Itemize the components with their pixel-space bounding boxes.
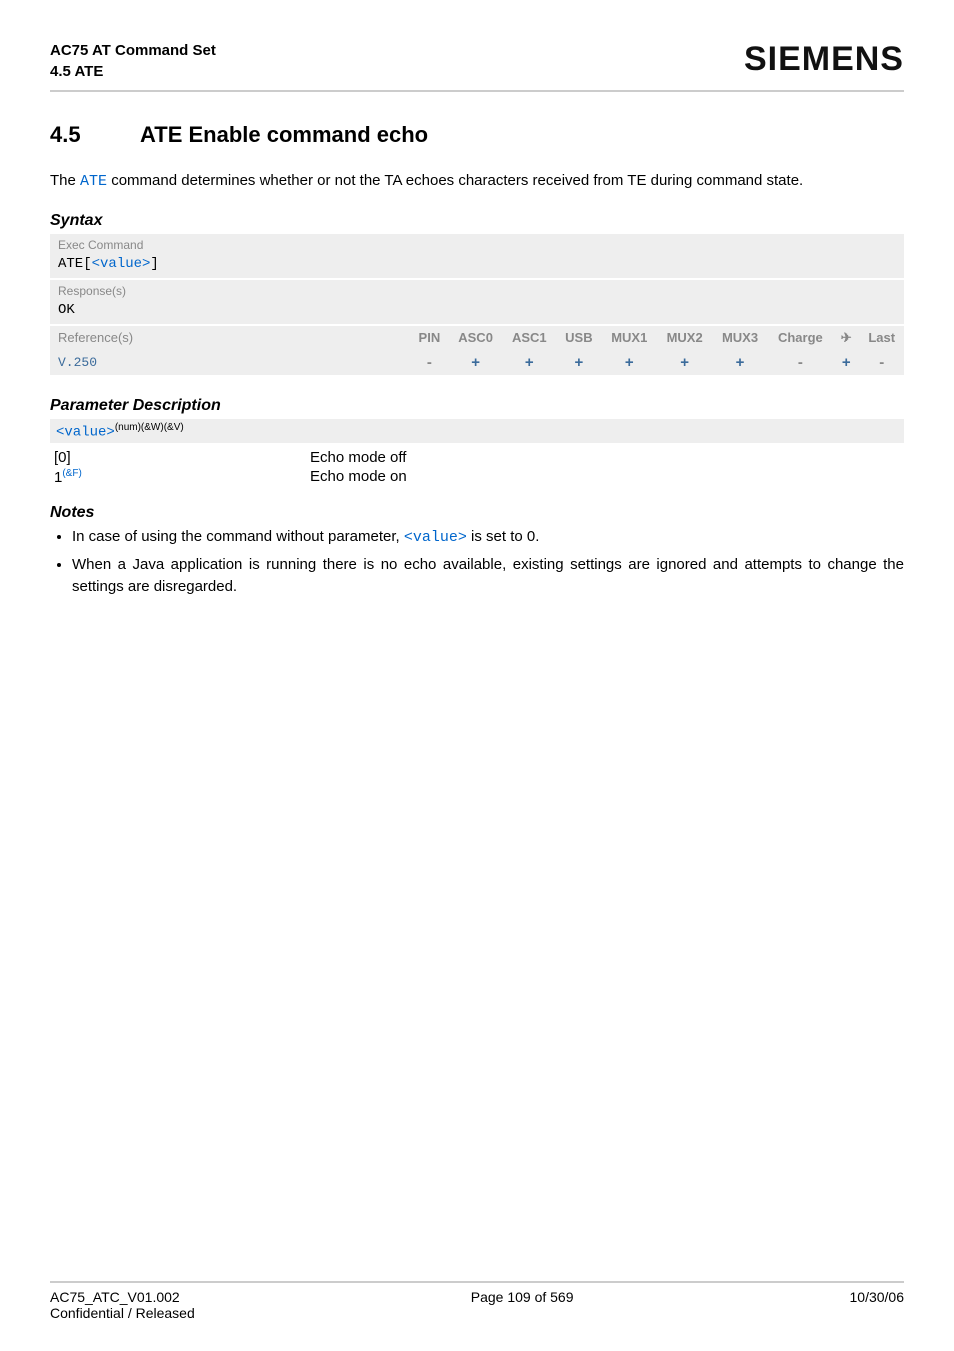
val-air: + — [833, 350, 859, 375]
val-mux2: + — [657, 350, 712, 375]
val-asc1: + — [502, 350, 556, 375]
reference-label: Reference(s) — [50, 326, 410, 350]
response-box: Response(s) OK — [50, 280, 904, 324]
param-row-0: [0] Echo mode off — [50, 449, 904, 466]
intro-post: command determines whether or not the TA… — [107, 172, 803, 189]
col-mux3: MUX3 — [712, 326, 767, 350]
notes-list: In case of using the command without par… — [72, 526, 904, 599]
exec-param[interactable]: <value> — [92, 256, 151, 272]
intro-pre: The — [50, 172, 80, 189]
exec-label: Exec Command — [50, 234, 904, 254]
col-pin: PIN — [410, 326, 449, 350]
ate-link[interactable]: ATE — [80, 173, 107, 190]
param-name[interactable]: <value> — [56, 424, 115, 440]
doc-title: AC75 AT Command Set — [50, 40, 216, 61]
val-mux1: + — [602, 350, 657, 375]
syntax-heading: Syntax — [50, 212, 904, 230]
note-0-post: is set to 0. — [467, 528, 540, 545]
param-rows: [0] Echo mode off 1(&F) Echo mode on — [50, 449, 904, 486]
param-val-1: Echo mode on — [310, 468, 407, 486]
response-label: Response(s) — [50, 280, 904, 300]
col-charge: Charge — [768, 326, 833, 350]
footer-doc-id: AC75_ATC_V01.002 — [50, 1289, 195, 1305]
note-0: In case of using the command without par… — [72, 526, 904, 550]
param-desc-heading: Parameter Description — [50, 397, 904, 415]
val-asc0: + — [449, 350, 503, 375]
param-key-1: 1(&F) — [50, 468, 310, 486]
response-value: OK — [50, 300, 904, 324]
footer-page: Page 109 of 569 — [195, 1289, 850, 1321]
val-mux3: + — [712, 350, 767, 375]
header-left: AC75 AT Command Set 4.5 ATE — [50, 40, 216, 82]
page-header: AC75 AT Command Set 4.5 ATE SIEMENS — [50, 40, 904, 92]
note-0-pre: In case of using the command without par… — [72, 528, 404, 545]
exec-command: ATE[<value>] — [50, 254, 904, 278]
val-charge: - — [768, 350, 833, 375]
intro-paragraph: The ATE command determines whether or no… — [50, 170, 904, 194]
param-sup: (num)(&W)(&V) — [115, 422, 184, 433]
exec-post: ] — [150, 256, 158, 272]
reference-header-row: Reference(s) PIN ASC0 ASC1 USB MUX1 MUX2… — [50, 326, 904, 350]
section-title-text: ATE Enable command echo — [140, 122, 428, 147]
note-1: When a Java application is running there… — [72, 554, 904, 599]
footer-confidential: Confidential / Released — [50, 1305, 195, 1321]
reference-value-row: V.250 - + + + + + + - + - — [50, 350, 904, 375]
col-asc0: ASC0 — [449, 326, 503, 350]
param-val-0: Echo mode off — [310, 449, 406, 466]
siemens-logo: SIEMENS — [744, 40, 904, 79]
col-airplane: ✈ — [833, 326, 859, 350]
col-last: Last — [859, 326, 904, 350]
page-footer: AC75_ATC_V01.002 Confidential / Released… — [50, 1281, 904, 1321]
val-last: - — [859, 350, 904, 375]
exec-pre: ATE[ — [58, 256, 92, 272]
param-key-0: [0] — [50, 449, 310, 466]
section-heading: 4.5ATE Enable command echo — [50, 122, 904, 148]
val-pin: - — [410, 350, 449, 375]
param-value-tag: <value>(num)(&W)(&V) — [50, 419, 904, 444]
col-mux2: MUX2 — [657, 326, 712, 350]
param-row-1: 1(&F) Echo mode on — [50, 468, 904, 486]
note-0-code[interactable]: <value> — [404, 529, 467, 546]
footer-left: AC75_ATC_V01.002 Confidential / Released — [50, 1289, 195, 1321]
col-mux1: MUX1 — [602, 326, 657, 350]
reference-value: V.250 — [50, 350, 410, 375]
exec-command-box: Exec Command ATE[<value>] — [50, 234, 904, 278]
col-usb: USB — [556, 326, 601, 350]
reference-table: Reference(s) PIN ASC0 ASC1 USB MUX1 MUX2… — [50, 326, 904, 375]
val-usb: + — [556, 350, 601, 375]
param-key-0-text: [0] — [54, 449, 71, 466]
doc-subtitle: 4.5 ATE — [50, 61, 216, 82]
col-asc1: ASC1 — [502, 326, 556, 350]
param-key-1-sup: (&F) — [62, 468, 81, 479]
notes-heading: Notes — [50, 504, 904, 522]
section-number: 4.5 — [50, 122, 140, 148]
footer-date: 10/30/06 — [850, 1289, 905, 1321]
